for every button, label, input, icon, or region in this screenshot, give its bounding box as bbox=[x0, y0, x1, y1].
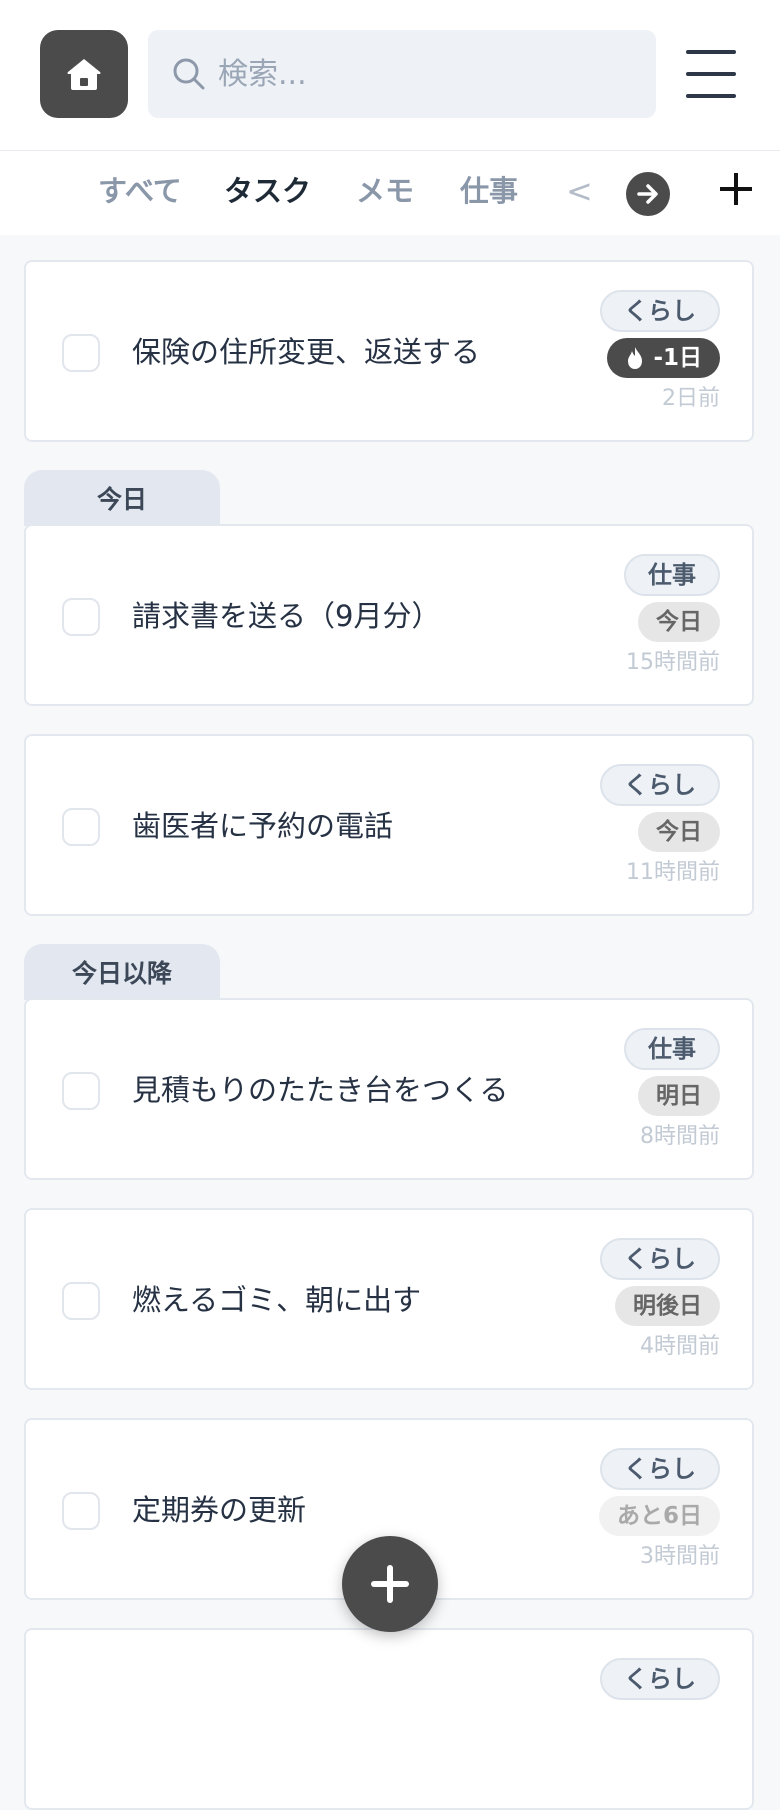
tab-work[interactable]: 仕事 bbox=[460, 171, 518, 211]
task-checkbox[interactable] bbox=[62, 808, 100, 846]
home-icon bbox=[67, 59, 101, 90]
task-card[interactable]: 燃えるゴミ、朝に出す くらし 明後日 4時間前 bbox=[24, 1208, 754, 1390]
created-ago: 11時間前 bbox=[626, 860, 720, 885]
category-tabs: すべて タスク メモ 仕事 < bbox=[0, 151, 780, 235]
tab-scroll-next-button[interactable] bbox=[626, 172, 670, 216]
tab-scroll-prev[interactable]: < bbox=[566, 173, 593, 209]
task-checkbox[interactable] bbox=[62, 598, 100, 636]
add-task-fab[interactable] bbox=[342, 1536, 438, 1632]
task-meta: 仕事 今日 15時間前 bbox=[624, 554, 720, 678]
search-box[interactable] bbox=[148, 30, 656, 118]
menu-icon[interactable] bbox=[686, 50, 736, 98]
task-tag: くらし bbox=[600, 1238, 720, 1280]
due-label: -1日 bbox=[653, 345, 702, 371]
task-card[interactable]: くらし bbox=[24, 1628, 754, 1810]
app-header bbox=[0, 0, 780, 151]
arrow-right-icon bbox=[637, 184, 658, 204]
task-title: 歯医者に予約の電話 bbox=[132, 809, 394, 843]
task-checkbox[interactable] bbox=[62, 1492, 100, 1530]
task-tag: くらし bbox=[600, 290, 720, 332]
task-meta: くらし -1日 2日前 bbox=[600, 290, 720, 414]
due-badge: 今日 bbox=[638, 602, 720, 642]
search-icon bbox=[172, 57, 206, 91]
task-meta: くらし 明後日 4時間前 bbox=[600, 1238, 720, 1362]
task-card[interactable]: 歯医者に予約の電話 くらし 今日 11時間前 bbox=[24, 734, 754, 916]
created-ago: 15時間前 bbox=[626, 650, 720, 675]
due-badge: あと6日 bbox=[598, 1496, 720, 1536]
task-tag: 仕事 bbox=[624, 554, 720, 596]
task-tag: くらし bbox=[600, 764, 720, 806]
task-title: 見積もりのたたき台をつくる bbox=[132, 1073, 509, 1107]
due-badge: 明後日 bbox=[615, 1286, 720, 1326]
section-upcoming: 今日以降 bbox=[24, 944, 220, 1000]
due-badge: 明日 bbox=[638, 1076, 720, 1116]
task-card[interactable]: 保険の住所変更、返送する くらし -1日 2日前 bbox=[24, 260, 754, 442]
task-checkbox[interactable] bbox=[62, 1282, 100, 1320]
created-ago: 4時間前 bbox=[640, 1334, 720, 1359]
task-tag: 仕事 bbox=[624, 1028, 720, 1070]
home-button[interactable] bbox=[40, 30, 128, 118]
flame-icon bbox=[628, 347, 643, 369]
task-title: 燃えるゴミ、朝に出す bbox=[132, 1283, 422, 1317]
task-checkbox[interactable] bbox=[62, 334, 100, 372]
task-title: 定期券の更新 bbox=[132, 1493, 307, 1527]
due-badge: 今日 bbox=[638, 812, 720, 852]
due-badge: -1日 bbox=[607, 338, 720, 378]
section-today: 今日 bbox=[24, 470, 220, 526]
task-title: 請求書を送る（9月分） bbox=[132, 599, 441, 633]
task-title: 保険の住所変更、返送する bbox=[132, 335, 481, 369]
task-card[interactable]: 請求書を送る（9月分） 仕事 今日 15時間前 bbox=[24, 524, 754, 706]
add-tab-button[interactable] bbox=[716, 169, 756, 209]
created-ago: 2日前 bbox=[662, 386, 720, 411]
task-meta: くらし bbox=[600, 1658, 720, 1700]
task-meta: 仕事 明日 8時間前 bbox=[624, 1028, 720, 1152]
task-tag: くらし bbox=[600, 1658, 720, 1700]
task-meta: くらし あと6日 3時間前 bbox=[598, 1448, 720, 1572]
fab-plus-icon bbox=[371, 1565, 409, 1603]
task-checkbox[interactable] bbox=[62, 1072, 100, 1110]
task-tag: くらし bbox=[600, 1448, 720, 1490]
created-ago: 3時間前 bbox=[640, 1544, 720, 1569]
tab-tasks[interactable]: タスク bbox=[224, 171, 311, 211]
tab-all[interactable]: すべて bbox=[98, 171, 182, 211]
plus-icon bbox=[720, 173, 752, 205]
tab-memo[interactable]: メモ bbox=[356, 171, 414, 211]
search-input[interactable] bbox=[216, 55, 640, 93]
task-meta: くらし 今日 11時間前 bbox=[600, 764, 720, 888]
task-card[interactable]: 見積もりのたたき台をつくる 仕事 明日 8時間前 bbox=[24, 998, 754, 1180]
created-ago: 8時間前 bbox=[640, 1124, 720, 1149]
